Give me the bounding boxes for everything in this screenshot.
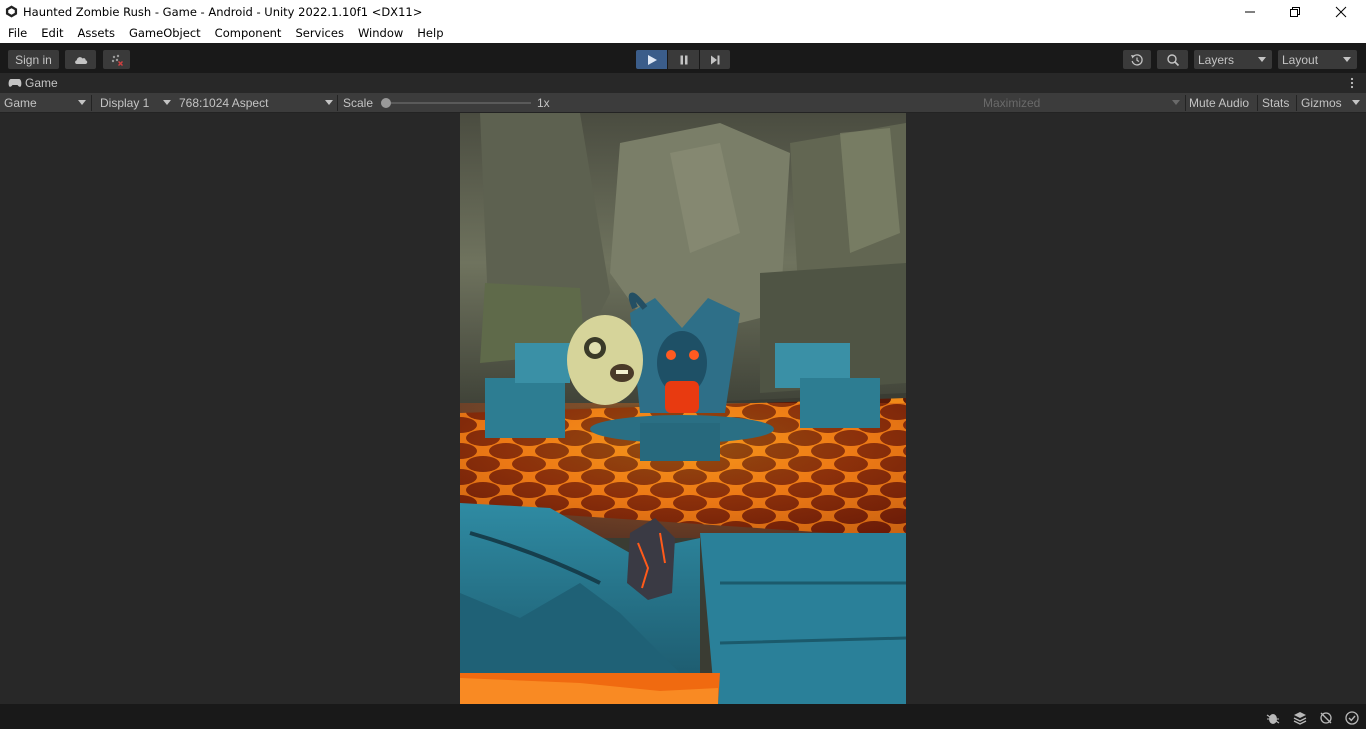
stats-toggle[interactable]: Stats (1262, 93, 1289, 112)
layout-dropdown[interactable]: Layout (1278, 50, 1357, 69)
check-circle-icon[interactable] (1344, 710, 1360, 726)
cloud-button[interactable] (65, 50, 96, 69)
debug-icon[interactable] (1265, 710, 1281, 726)
step-button[interactable] (700, 50, 730, 69)
menu-gameobject[interactable]: GameObject (122, 26, 208, 40)
menu-window[interactable]: Window (351, 26, 410, 40)
tab-game-label: Game (25, 76, 58, 90)
play-icon (647, 54, 657, 65)
menu-assets[interactable]: Assets (71, 26, 122, 40)
collab-icon (111, 54, 123, 66)
history-icon (1131, 53, 1143, 66)
divider (1296, 95, 1297, 111)
play-button[interactable] (636, 50, 667, 69)
tab-game[interactable]: Game (8, 76, 58, 90)
undo-history-button[interactable] (1123, 50, 1151, 69)
gizmos-toggle[interactable]: Gizmos (1301, 93, 1342, 112)
layers-label: Layers (1198, 52, 1235, 67)
step-icon (711, 55, 720, 64)
view-mode-label: Game (4, 95, 37, 110)
menu-component[interactable]: Component (208, 26, 289, 40)
collab-button[interactable] (103, 50, 130, 69)
layers-stack-icon[interactable] (1292, 710, 1308, 726)
menu-edit[interactable]: Edit (34, 26, 70, 40)
game-tab-bar: Game (0, 73, 1366, 93)
aspect-dropdown[interactable]: 768:1024 Aspect (175, 93, 337, 112)
restore-icon (1290, 6, 1300, 17)
mute-audio-toggle[interactable]: Mute Audio (1189, 93, 1249, 112)
view-mode-dropdown[interactable]: Game (0, 93, 90, 112)
divider (1185, 95, 1186, 111)
menu-bar: File Edit Assets GameObject Component Se… (0, 23, 1366, 43)
status-bar (0, 704, 1366, 729)
layout-label: Layout (1282, 52, 1319, 67)
main-toolbar: Sign in Layers Layout (0, 43, 1366, 73)
play-mode-label: Maximized (983, 95, 1041, 110)
cloud-icon (74, 56, 87, 64)
chevron-down-icon (1352, 100, 1360, 105)
game-scene-image (460, 113, 906, 704)
divider (337, 95, 338, 111)
search-button[interactable] (1157, 50, 1188, 69)
lighting-icon[interactable] (1318, 710, 1334, 726)
window-title: Haunted Zombie Rush - Game - Android - U… (23, 4, 423, 19)
pause-icon (680, 55, 687, 64)
gamepad-icon (8, 79, 22, 87)
chevron-down-icon (1343, 57, 1351, 62)
gizmos-dropdown[interactable] (1348, 93, 1364, 112)
close-icon (1335, 6, 1347, 17)
display-dropdown[interactable]: Display 1 (96, 93, 175, 112)
play-mode-dropdown[interactable]: Maximized (979, 93, 1184, 112)
tab-more-button[interactable] (1349, 76, 1355, 90)
chevron-down-icon (1172, 100, 1180, 105)
unity-logo-icon (5, 5, 18, 18)
restore-button[interactable] (1272, 0, 1318, 23)
game-view-toolbar: Game Display 1 768:1024 Aspect Scale 1x … (0, 93, 1366, 113)
scale-label: Scale (343, 95, 374, 110)
chevron-down-icon (163, 100, 171, 105)
chevron-down-icon (325, 100, 333, 105)
pause-button[interactable] (668, 50, 699, 69)
title-bar: Haunted Zombie Rush - Game - Android - U… (0, 0, 1366, 23)
menu-file[interactable]: File (0, 26, 34, 40)
aspect-label: 768:1024 Aspect (179, 95, 269, 110)
divider (1257, 95, 1258, 111)
minimize-button[interactable] (1227, 0, 1273, 23)
game-render-view[interactable] (460, 113, 906, 704)
sign-in-button[interactable]: Sign in (8, 50, 59, 69)
scale-value: 1x (537, 95, 550, 110)
minimize-icon (1245, 11, 1255, 12)
kebab-menu-icon (1350, 77, 1354, 89)
scale-slider-handle[interactable] (381, 98, 391, 108)
menu-help[interactable]: Help (410, 26, 450, 40)
search-icon (1166, 53, 1179, 66)
scale-slider-track[interactable] (383, 102, 531, 104)
layers-dropdown[interactable]: Layers (1194, 50, 1272, 69)
close-button[interactable] (1318, 0, 1364, 23)
divider (91, 95, 92, 111)
display-label: Display 1 (100, 95, 150, 110)
menu-services[interactable]: Services (288, 26, 351, 40)
chevron-down-icon (78, 100, 86, 105)
chevron-down-icon (1258, 57, 1266, 62)
